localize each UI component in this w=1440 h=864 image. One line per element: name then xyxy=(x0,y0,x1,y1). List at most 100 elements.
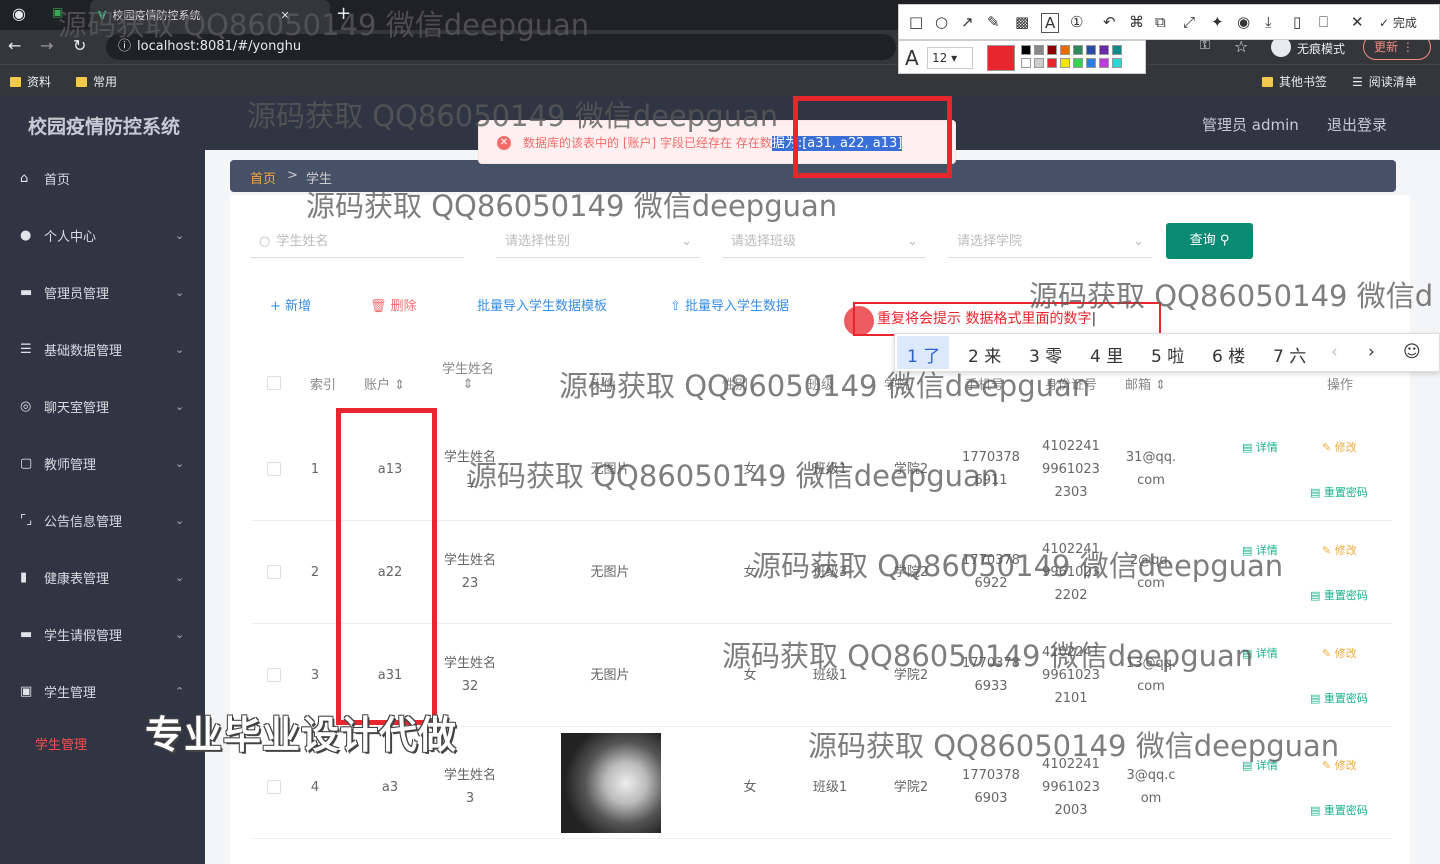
edit-button[interactable]: ✎ 修改 xyxy=(1322,439,1357,455)
pin-icon[interactable]: ⌘ xyxy=(1129,13,1144,31)
college-select[interactable]: 请选择学院 ⌄ xyxy=(948,226,1152,258)
color-swatch[interactable] xyxy=(1112,45,1122,55)
expand-icon[interactable]: ⤢ xyxy=(1183,13,1195,31)
sidebar-subitem-student[interactable]: 学生管理 xyxy=(35,734,87,753)
logout-link[interactable]: 退出登录 xyxy=(1327,114,1387,135)
ime-candidate[interactable]: 4 里 xyxy=(1090,342,1123,367)
color-swatch[interactable] xyxy=(1034,45,1044,55)
phone-icon[interactable]: ▯ xyxy=(1293,13,1301,31)
admin-label: 管理员 admin xyxy=(1202,116,1299,134)
sidebar-item-teacher[interactable]: ▢ 教师管理 ⌄ xyxy=(0,435,205,492)
batch-import-button[interactable]: ⇧ 批量导入学生数据 xyxy=(670,295,789,314)
rect-tool-icon[interactable]: □ xyxy=(909,13,923,31)
col-email[interactable]: 邮箱 ⇕ xyxy=(1125,374,1166,393)
row-checkbox[interactable] xyxy=(267,780,281,794)
incognito-label: 无痕模式 xyxy=(1297,42,1346,56)
breadcrumb-home[interactable]: 首页 xyxy=(250,168,276,187)
sidebar-item-health[interactable]: ▮ 健康表管理 ⌄ xyxy=(0,549,205,606)
chevron-down-icon: ⌄ xyxy=(175,400,185,413)
watermark: 源码获取 QQ86050149 微信deepguan xyxy=(58,8,590,42)
key-icon[interactable]: ⚿ xyxy=(1200,38,1210,53)
student-name-search-input[interactable]: ○ 学生姓名 xyxy=(251,226,464,258)
sidebar-item-notice[interactable]: ⌜⌟ 公告信息管理 ⌄ xyxy=(0,492,205,549)
color-swatch[interactable] xyxy=(1073,58,1083,68)
text-tool-icon[interactable]: A xyxy=(1041,13,1060,33)
color-swatch[interactable] xyxy=(1099,58,1109,68)
ime-prev-icon[interactable]: ‹ xyxy=(1331,342,1338,362)
class-select[interactable]: 请选择班级 ⌄ xyxy=(722,226,926,258)
edit-button[interactable]: ✎ 修改 xyxy=(1322,645,1357,661)
delete-button[interactable]: 🗑 删除 xyxy=(370,295,417,314)
copy-icon[interactable]: ⧉ xyxy=(1155,13,1166,31)
row-checkbox[interactable] xyxy=(267,565,281,579)
color-swatch[interactable] xyxy=(1073,45,1083,55)
font-size-select[interactable]: 12 ▾ xyxy=(927,47,973,69)
sidebar-item-home[interactable]: ⌂ 首页 xyxy=(0,150,205,207)
reset-password-button[interactable]: ▤ 重置密码 xyxy=(1310,587,1368,603)
watermark: 源码获取 QQ86050149 微信deepguan xyxy=(468,459,1000,493)
reset-password-button[interactable]: ▤ 重置密码 xyxy=(1310,802,1368,818)
color-swatch[interactable] xyxy=(1099,45,1109,55)
color-swatch[interactable] xyxy=(1112,58,1122,68)
download-icon[interactable]: ⤓ xyxy=(1265,13,1272,31)
color-swatch[interactable] xyxy=(1060,45,1070,55)
ime-candidate[interactable]: 5 啦 xyxy=(1151,342,1184,367)
col-index: 索引 xyxy=(310,378,337,393)
ellipse-tool-icon[interactable]: ○ xyxy=(935,13,948,31)
ime-candidate[interactable]: 6 楼 xyxy=(1212,342,1245,367)
record-icon[interactable]: ◉ xyxy=(1237,13,1250,31)
mosaic-tool-icon[interactable]: ▩ xyxy=(1015,13,1029,31)
close-icon[interactable]: ✕ xyxy=(1351,13,1364,31)
undo-icon[interactable]: ↶ xyxy=(1103,13,1116,31)
color-swatch[interactable] xyxy=(1021,58,1031,68)
cell-account: a3 xyxy=(381,780,399,795)
detail-button[interactable]: ▤ 详情 xyxy=(1242,439,1278,455)
bookmark-folder[interactable]: 常用 xyxy=(76,73,117,90)
color-swatch[interactable] xyxy=(1060,58,1070,68)
forward-icon[interactable]: → xyxy=(40,36,53,55)
chrome-icon[interactable]: ◉ xyxy=(12,4,26,23)
watermark: 源码获取 QQ86050149 微信deepguan xyxy=(559,369,1091,403)
done-button[interactable]: ✓ 完成 xyxy=(1379,14,1417,31)
sidebar-item-basic[interactable]: ☰ 基础数据管理 ⌄ xyxy=(0,321,205,378)
reading-list[interactable]: ☰ 阅读清单 xyxy=(1352,73,1417,90)
arrow-tool-icon[interactable]: ↗ xyxy=(961,13,974,31)
col-student-name[interactable]: 学生姓名 ⇕ xyxy=(442,358,494,392)
back-icon[interactable]: ← xyxy=(8,36,21,55)
emoji-icon[interactable]: ☺ xyxy=(1403,342,1421,362)
color-swatch[interactable] xyxy=(1086,58,1096,68)
badge-icon: ▬ xyxy=(20,627,33,642)
sidebar-item-chat[interactable]: ◎ 聊天室管理 ⌄ xyxy=(0,378,205,435)
color-swatch[interactable] xyxy=(1047,58,1057,68)
row-checkbox[interactable] xyxy=(267,462,281,476)
sidebar-item-profile[interactable]: ● 个人中心 ⌄ xyxy=(0,207,205,264)
color-swatch[interactable] xyxy=(1021,45,1031,55)
color-swatch[interactable] xyxy=(1086,45,1096,55)
ime-candidate[interactable]: 7 六 xyxy=(1273,342,1306,367)
add-button[interactable]: + 新增 xyxy=(270,295,311,314)
download-template-button[interactable]: 批量导入学生数据模板 xyxy=(477,295,607,314)
gender-select[interactable]: 请选择性别 ⌄ xyxy=(496,226,700,258)
magic-icon[interactable]: ✦ xyxy=(1211,13,1224,31)
query-button[interactable]: 查询 ⚲ xyxy=(1166,223,1253,259)
reset-password-button[interactable]: ▤ 重置密码 xyxy=(1310,690,1368,706)
reset-password-button[interactable]: ▤ 重置密码 xyxy=(1310,484,1368,500)
sidebar-item-leave[interactable]: ▬ 学生请假管理 ⌄ xyxy=(0,606,205,663)
select-all-checkbox[interactable] xyxy=(267,376,281,390)
sidebar-item-admin[interactable]: ▬ 管理员管理 ⌄ xyxy=(0,264,205,321)
bookmark-folder[interactable]: 资料 xyxy=(10,73,51,90)
ime-next-icon[interactable]: › xyxy=(1368,342,1375,362)
color-swatch[interactable] xyxy=(1034,58,1044,68)
chevron-down-icon: ⌄ xyxy=(175,343,185,356)
bookmark-icon[interactable]: ⎕ xyxy=(1319,13,1328,31)
number-tool-icon[interactable]: ① xyxy=(1070,13,1083,31)
other-bookmarks[interactable]: 其他书签 xyxy=(1262,73,1327,90)
cell-email: 3@qq.c om xyxy=(1126,768,1176,806)
color-swatch[interactable] xyxy=(1047,45,1057,55)
incognito-icon xyxy=(1271,37,1291,57)
row-checkbox[interactable] xyxy=(267,668,281,682)
pen-tool-icon[interactable]: ✎ xyxy=(987,13,1000,31)
edit-button[interactable]: ✎ 修改 xyxy=(1322,542,1357,558)
current-color[interactable] xyxy=(987,45,1015,71)
col-account[interactable]: 账户 ⇕ xyxy=(364,374,405,393)
